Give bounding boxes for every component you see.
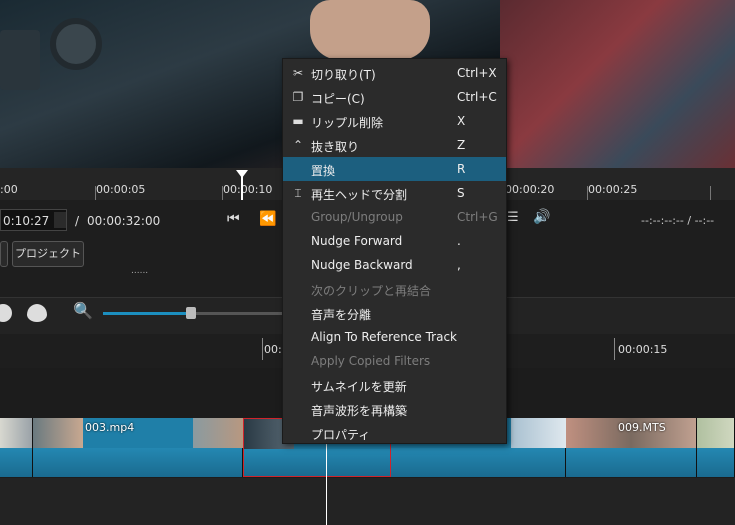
menu-item-lift[interactable]: ⌃ 抜き取り Z xyxy=(283,133,506,157)
menu-item-shortcut: R xyxy=(457,162,466,176)
menu-item-cut[interactable]: ✂ 切り取り(T) Ctrl+X xyxy=(283,61,506,85)
volume-icon[interactable]: 🔊 xyxy=(533,209,550,225)
project-tab[interactable]: プロジェクト xyxy=(12,241,84,267)
menu-item-apply-filters: Apply Copied Filters xyxy=(283,349,506,373)
clip[interactable] xyxy=(0,418,33,477)
menu-item-rebuild-waveform[interactable]: 音声波形を再構築 xyxy=(283,397,506,421)
menu-item-merge-next: 次のクリップと再結合 xyxy=(283,277,506,301)
ruler-label: 00:00:10 xyxy=(223,183,273,196)
menu-item-shortcut: Ctrl+C xyxy=(457,90,497,104)
empty-track-bottom[interactable] xyxy=(0,478,735,525)
menu-item-shortcut: Z xyxy=(457,138,466,152)
menu-item-nudge-forward[interactable]: Nudge Forward . xyxy=(283,229,506,253)
ruler-tick xyxy=(710,186,711,200)
zoom-out-icon[interactable]: 🔍 xyxy=(73,301,93,320)
menu-item-label: 次のクリップと再結合 xyxy=(311,284,432,298)
menu-item-label: 置換 xyxy=(311,164,336,178)
menu-item-shortcut: S xyxy=(457,186,465,200)
menu-item-label: Nudge Forward xyxy=(311,234,403,248)
minus-icon: ▬ xyxy=(292,114,304,128)
menu-item-label: Group/Ungroup xyxy=(311,210,403,224)
menu-item-label: Align To Reference Track xyxy=(311,330,458,344)
menu-item-label: プロパティ xyxy=(311,428,371,442)
menu-item-update-thumbnails[interactable]: サムネイルを更新 xyxy=(283,373,506,397)
menu-item-align-reference[interactable]: Align To Reference Track xyxy=(283,325,506,349)
menu-item-group: Group/Ungroup Ctrl+G xyxy=(283,205,506,229)
ruler-label: :00 xyxy=(0,183,18,196)
context-menu: ✂ 切り取り(T) Ctrl+X ❐ コピー(C) Ctrl+C ▬ リップル削… xyxy=(282,58,507,444)
menu-item-label: Apply Copied Filters xyxy=(311,354,431,368)
clip[interactable]: 009.MTS xyxy=(566,418,697,477)
menu-item-shortcut: Ctrl+X xyxy=(457,66,497,80)
menu-item-shortcut: , xyxy=(457,258,461,272)
menu-item-label: 切り取り(T) xyxy=(311,68,376,82)
tab-left[interactable] xyxy=(0,241,8,267)
menu-item-label: リップル削除 xyxy=(311,116,384,130)
ruler-label: 00:00:25 xyxy=(588,183,638,196)
caret-up-icon: ⌃ xyxy=(292,138,304,152)
ruler-label: 00:00:05 xyxy=(96,183,146,196)
copy-icon: ❐ xyxy=(292,90,304,104)
split-icon: ⌶ xyxy=(294,186,302,200)
zoom-slider-fill xyxy=(103,312,188,315)
menu-item-detach-audio[interactable]: 音声を分離 xyxy=(283,301,506,325)
menu-item-copy[interactable]: ❐ コピー(C) Ctrl+C xyxy=(283,85,506,109)
ruler-tick xyxy=(222,186,223,200)
clip-name: 003.mp4 xyxy=(85,421,135,434)
clip[interactable]: 003.mp4 xyxy=(33,418,243,477)
dashboard-panel xyxy=(0,30,40,90)
menu-item-replace[interactable]: 置換 R xyxy=(283,157,506,181)
timeline-ruler-label: 00:00:15 xyxy=(618,343,668,356)
menu-item-ripple-delete[interactable]: ▬ リップル削除 X xyxy=(283,109,506,133)
skip-to-start-icon[interactable]: ⏮ xyxy=(227,211,240,227)
ruler-tick xyxy=(95,186,96,200)
menu-item-nudge-backward[interactable]: Nudge Backward , xyxy=(283,253,506,277)
in-out-readout: --:--:--:-- / --:-- xyxy=(641,214,715,227)
menu-item-label: 再生ヘッドで分割 xyxy=(311,188,408,202)
dashboard-knob xyxy=(50,18,102,70)
menu-item-shortcut: . xyxy=(457,234,461,248)
driver-shirt xyxy=(500,0,735,168)
scissors-icon: ✂ xyxy=(292,66,304,80)
timeline-ruler-label: 00: xyxy=(264,343,282,356)
ruler-tick xyxy=(262,338,263,360)
timecode-separator: / xyxy=(75,214,80,228)
timecode-spinner[interactable] xyxy=(54,212,66,228)
menu-item-label: 音声を分離 xyxy=(311,308,372,322)
shield-icon[interactable] xyxy=(27,304,47,322)
menu-item-label: 抜き取り xyxy=(311,140,360,154)
driver-hand xyxy=(310,0,430,60)
ruler-tick xyxy=(614,338,615,360)
menu-item-label: サムネイルを更新 xyxy=(311,380,407,394)
drag-handle[interactable]: ...... xyxy=(131,266,148,276)
clip-name: 009.MTS xyxy=(618,421,666,434)
ruler-tick xyxy=(587,186,588,200)
menu-item-shortcut: X xyxy=(457,114,466,128)
menu-item-shortcut: Ctrl+G xyxy=(457,210,498,224)
clip[interactable] xyxy=(697,418,735,477)
menu-item-split[interactable]: ⌶ 再生ヘッドで分割 S xyxy=(283,181,506,205)
menu-item-label: Nudge Backward xyxy=(311,258,413,272)
menu-item-label: コピー(C) xyxy=(311,92,365,106)
rewind-icon[interactable]: ⏪ xyxy=(259,211,276,227)
menu-icon[interactable]: ☰ xyxy=(507,210,519,225)
zoom-slider-handle[interactable] xyxy=(186,307,196,319)
menu-item-properties[interactable]: プロパティ xyxy=(283,421,506,445)
menu-item-label: 音声波形を再構築 xyxy=(311,404,408,418)
total-duration: 00:00:32:00 xyxy=(87,214,161,228)
playhead-line xyxy=(241,176,243,200)
ruler-label: 00:00:20 xyxy=(505,183,555,196)
